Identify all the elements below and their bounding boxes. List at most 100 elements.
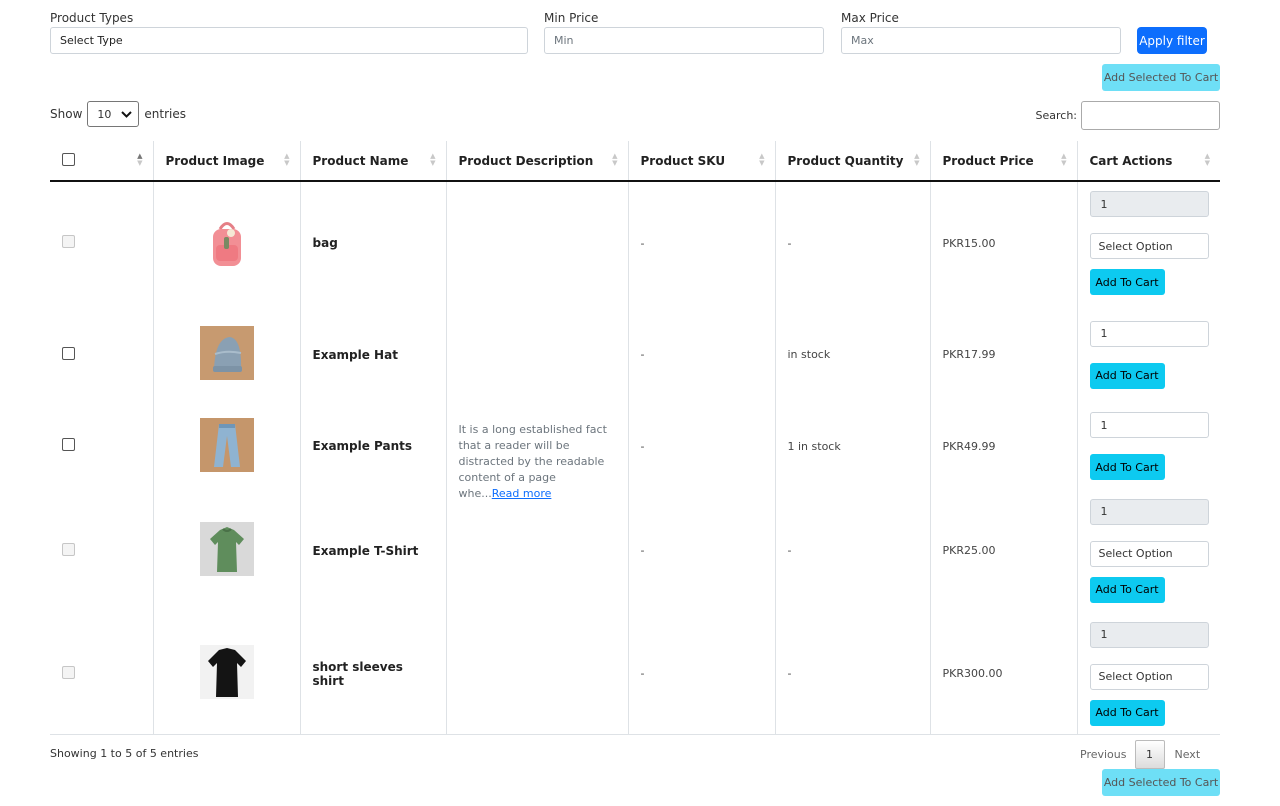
search-control: Search:	[1035, 101, 1220, 130]
pants-image	[199, 417, 254, 472]
add-to-cart-button[interactable]: Add To Cart	[1089, 454, 1165, 480]
product-name: Example Hat	[312, 347, 398, 362]
row-checkbox[interactable]	[62, 665, 75, 679]
product-price: PKR300.00	[929, 614, 1077, 734]
add-selected-to-cart-button-bottom[interactable]: Add Selected To Cart	[1102, 769, 1220, 796]
quantity-input[interactable]: 1	[1089, 191, 1209, 217]
option-select[interactable]: Select Option	[1089, 540, 1209, 567]
column-header[interactable]: Product Price ▲ ▼	[929, 141, 1077, 182]
product-name: short sleeves shirt	[312, 659, 403, 688]
add-to-cart-button[interactable]: Add To Cart	[1089, 269, 1165, 295]
row-checkbox[interactable]	[62, 438, 75, 451]
sort-icon: ▲ ▼	[430, 152, 436, 167]
row-checkbox[interactable]	[62, 542, 75, 556]
product-sku: -	[627, 487, 775, 614]
column-header[interactable]: Product Image ▲ ▼	[152, 141, 300, 182]
table-row: short sleeves shirt - - PKR300.00 1 Sele…	[50, 614, 1220, 734]
table-row: Example Pants - 1 in stock PKR49.99 1 Ad…	[50, 405, 1220, 487]
entries-length-select[interactable]: 10	[87, 101, 140, 127]
pagination: Previous 1 Next	[1072, 740, 1210, 769]
product-price: PKR25.00	[929, 487, 1077, 614]
sort-icon: ▲ ▼	[612, 152, 618, 167]
quantity-input[interactable]: 1	[1089, 412, 1209, 438]
column-header[interactable]: Product Description ▲ ▼	[445, 141, 628, 182]
row-checkbox[interactable]	[62, 235, 75, 248]
product-quantity: -	[774, 487, 930, 614]
add-to-cart-button[interactable]: Add To Cart	[1089, 576, 1165, 603]
product-quantity: -	[774, 181, 930, 304]
sort-icon: ▲ ▼	[1204, 152, 1210, 167]
pagination-previous[interactable]: Previous	[1072, 748, 1135, 761]
add-selected-to-cart-button-top[interactable]: Add Selected To Cart	[1102, 64, 1220, 91]
product-price: PKR15.00	[929, 181, 1077, 304]
products-table: ▲ ▼ Product Image ▲ ▼ Product Name ▲ ▼ Produc…	[50, 141, 1220, 735]
max-price-placeholder: Max	[851, 34, 874, 47]
column-header-label: Product Price	[942, 153, 1034, 168]
product-price: PKR49.99	[929, 405, 1077, 487]
column-header-label: Product Image	[165, 153, 265, 168]
product-name: Example Pants	[312, 439, 413, 453]
table-row: Example T-Shirt - - PKR25.00 1 Select Op…	[50, 487, 1220, 614]
sort-icon: ▲ ▼	[1061, 152, 1067, 167]
product-name: bag	[312, 236, 338, 250]
max-price-input[interactable]: Max	[841, 27, 1121, 54]
table-row: bag It is a long established fact that a…	[50, 181, 1220, 734]
product-quantity: 1 in stock	[774, 405, 930, 487]
product-description-cell: It is a long established fact that a rea…	[445, 181, 628, 734]
search-input[interactable]	[1081, 101, 1220, 130]
tshirt-image	[199, 522, 254, 576]
table-header-row: ▲ ▼ Product Image ▲ ▼ Product Name ▲ ▼ Produc…	[50, 141, 1220, 182]
table-row: Example Hat - in stock PKR17.99 1 Add To…	[50, 304, 1220, 405]
option-select[interactable]: Select Option	[1089, 233, 1209, 259]
pagination-next[interactable]: Next	[1165, 748, 1211, 761]
column-header[interactable]: Cart Actions ▲ ▼	[1076, 141, 1220, 182]
bag-image	[199, 214, 254, 269]
product-quantity: in stock	[774, 304, 930, 405]
sort-icon: ▲ ▼	[759, 152, 765, 167]
sort-icon: ▲ ▼	[284, 152, 290, 167]
column-header-label: Product Name	[312, 153, 409, 168]
product-sku: -	[627, 181, 775, 304]
select-all-checkbox[interactable]	[62, 152, 75, 166]
add-to-cart-button[interactable]: Add To Cart	[1089, 699, 1165, 726]
column-header-label: Cart Actions	[1089, 153, 1173, 168]
product-types-value: Select Type	[60, 34, 123, 47]
quantity-input[interactable]: 1	[1089, 621, 1209, 648]
entries-length-control: Show 10 entries	[50, 101, 186, 127]
add-to-cart-button[interactable]: Add To Cart	[1089, 362, 1165, 389]
entries-length-value: 10	[97, 107, 112, 121]
product-types-select[interactable]: Select Type	[50, 27, 528, 54]
search-label: Search:	[1035, 109, 1078, 122]
quantity-input[interactable]: 1	[1089, 498, 1209, 525]
apply-filter-button[interactable]: Apply filter	[1137, 27, 1207, 54]
product-sku: -	[627, 304, 775, 405]
product-sku: -	[627, 614, 775, 734]
column-header-label: Product Quantity	[787, 153, 904, 168]
column-header[interactable]: Product SKU ▲ ▼	[627, 141, 775, 182]
quantity-input[interactable]: 1	[1089, 320, 1209, 347]
product-quantity: -	[774, 614, 930, 734]
read-more-link[interactable]: Read more	[492, 487, 552, 500]
entries-label: entries	[144, 107, 186, 121]
product-types-label: Product Types	[50, 11, 134, 25]
column-header[interactable]: Product Quantity ▲ ▼	[774, 141, 930, 182]
min-price-placeholder: Min	[554, 34, 574, 47]
show-label: Show	[50, 107, 83, 121]
pagination-page-1[interactable]: 1	[1134, 740, 1165, 769]
product-price: PKR17.99	[929, 304, 1077, 405]
product-sku: -	[627, 405, 775, 487]
column-header-label: Product Description	[458, 153, 594, 168]
select-all-header[interactable]: ▲ ▼	[50, 141, 153, 182]
hat-image	[199, 326, 254, 380]
sort-icon: ▲ ▼	[137, 152, 143, 167]
chevron-down-icon	[121, 110, 133, 118]
row-checkbox[interactable]	[62, 346, 75, 360]
product-name: Example T-Shirt	[312, 543, 419, 558]
column-header-label: Product SKU	[640, 153, 726, 168]
column-header[interactable]: Product Name ▲ ▼	[299, 141, 446, 182]
min-price-input[interactable]: Min	[544, 27, 824, 54]
option-select[interactable]: Select Option	[1089, 663, 1209, 690]
shirt-image	[199, 645, 254, 700]
min-price-label: Min Price	[544, 11, 599, 25]
sort-icon: ▲ ▼	[914, 152, 920, 167]
